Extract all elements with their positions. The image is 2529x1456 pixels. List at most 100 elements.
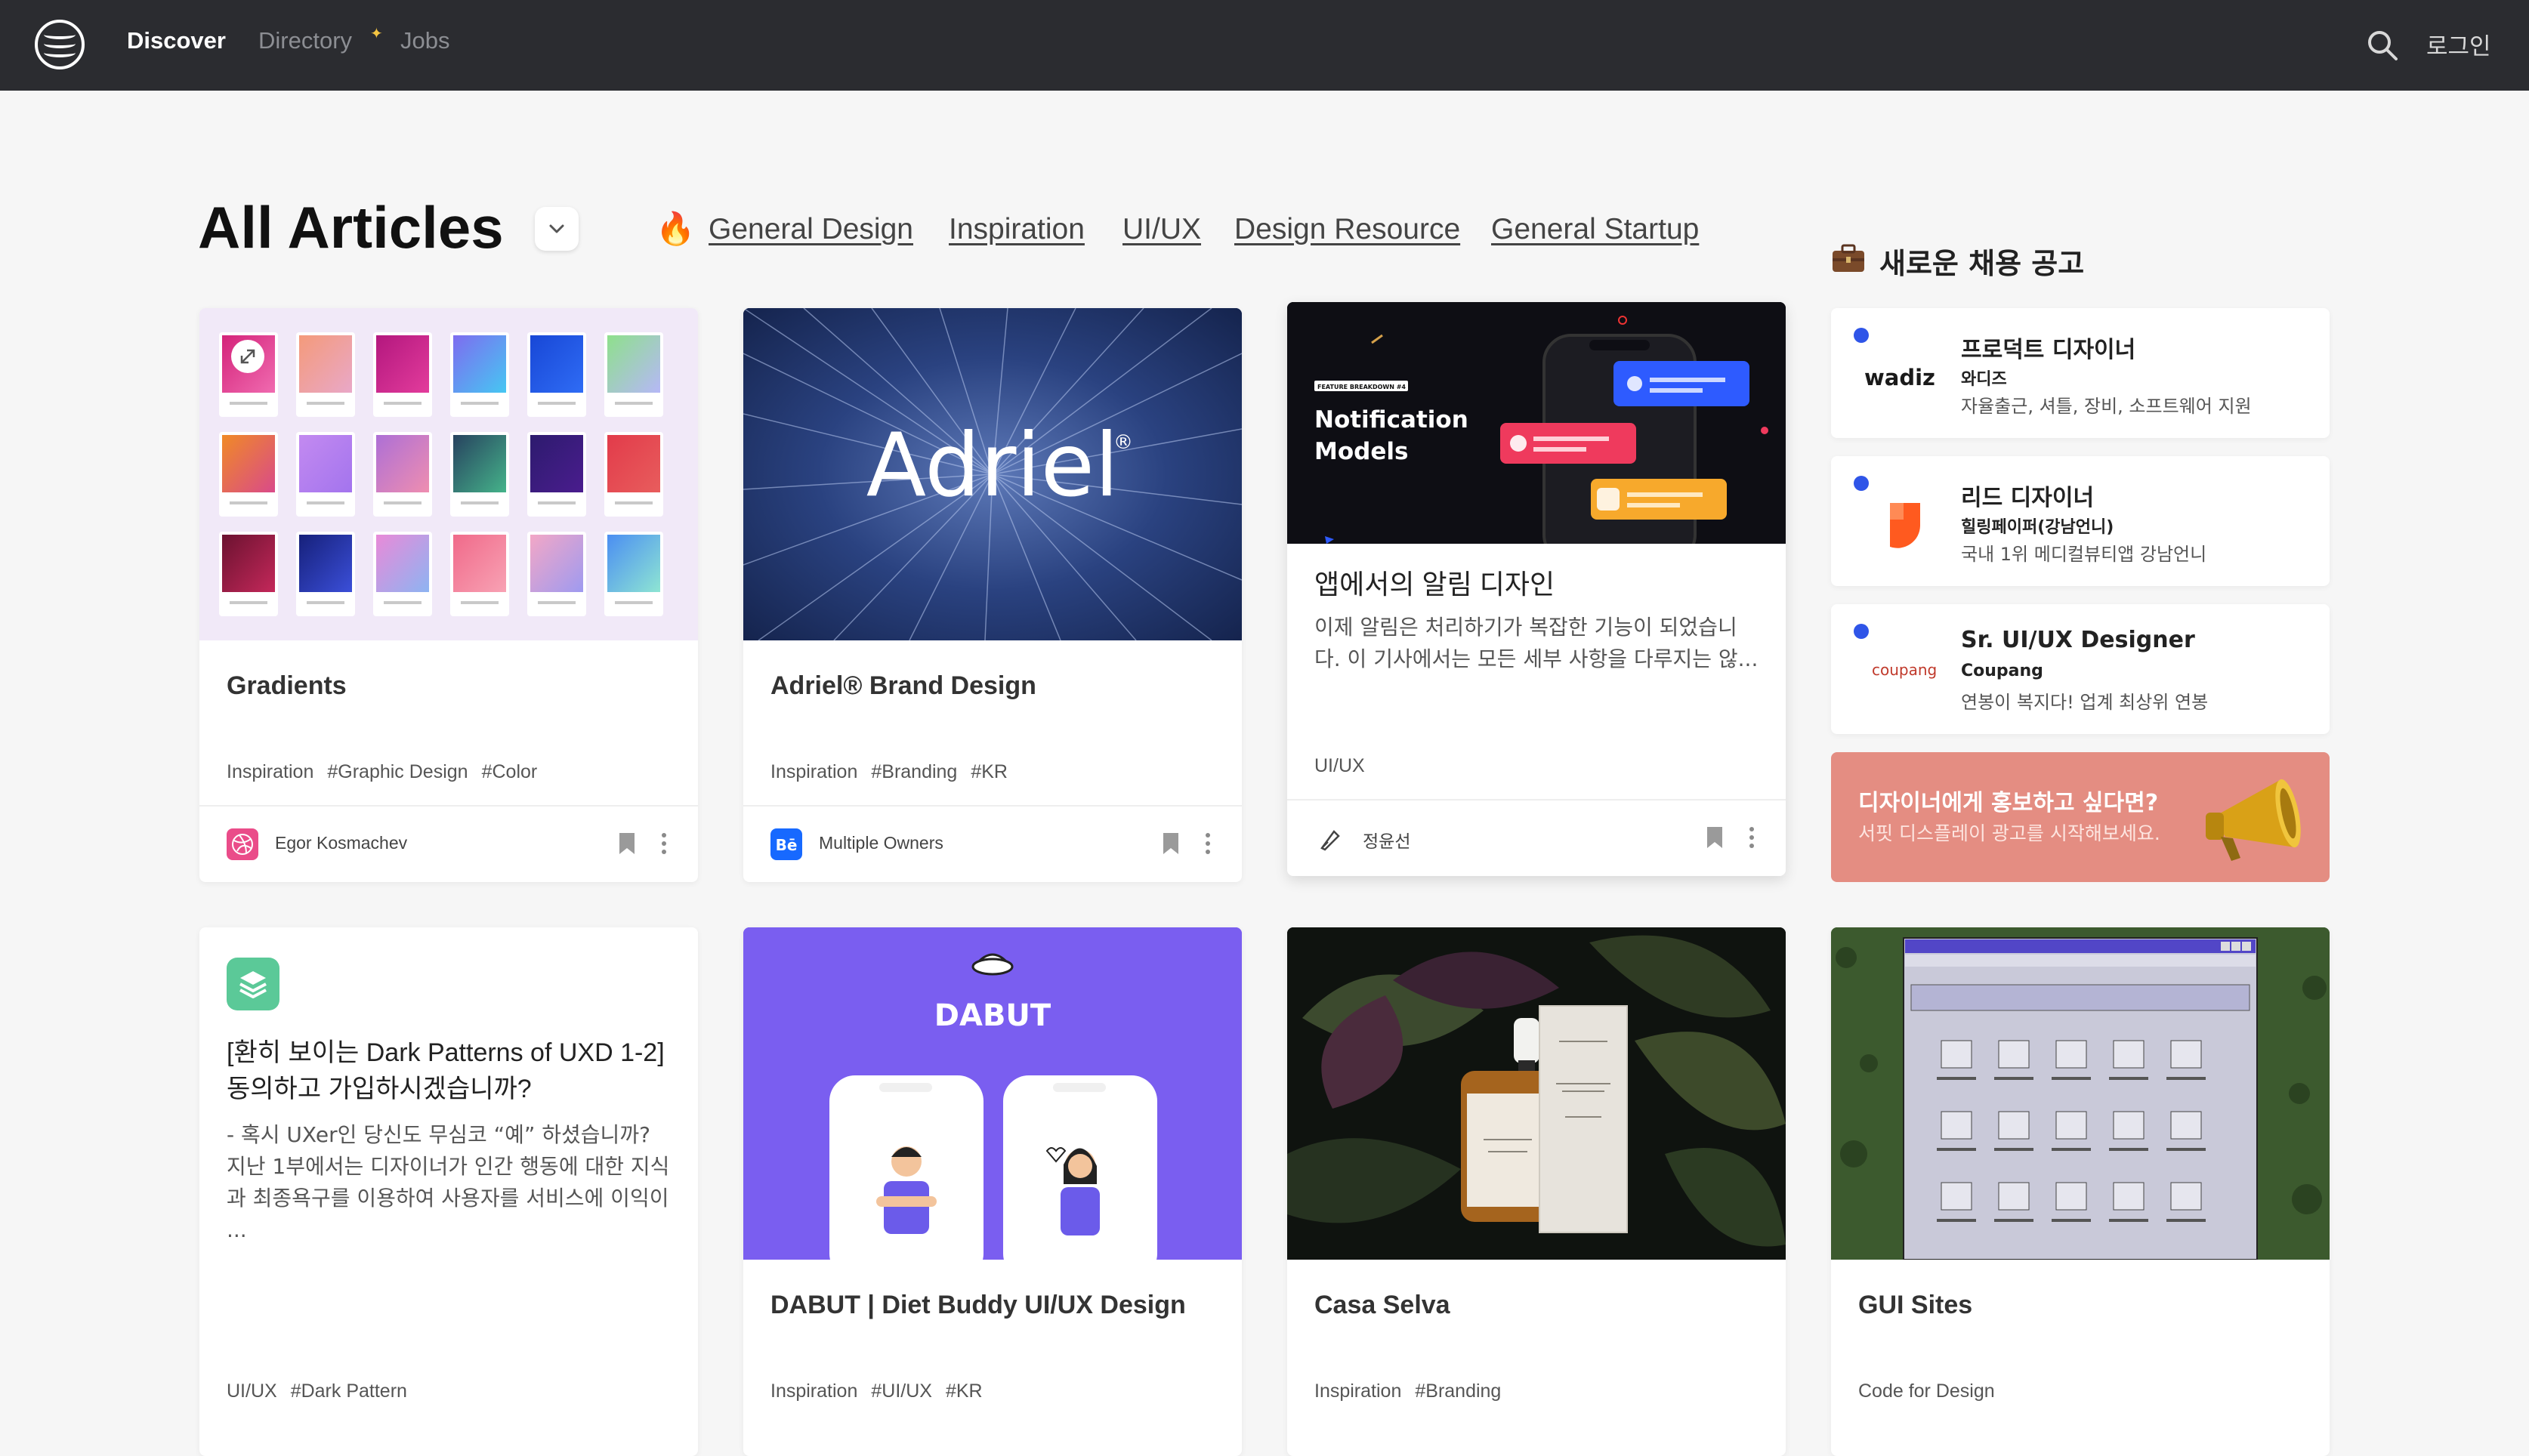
job-card-healingpaper[interactable]: 리드 디자이너 힐링페이퍼(강남언니) 국내 1위 메디컬뷰티앱 강남언니 (1831, 456, 2330, 586)
category-ui-ux[interactable]: UI/UX (1122, 213, 1201, 246)
job-card-wadiz[interactable]: wadiz 프로덕트 디자이너 와디즈 자율출근, 셔틀, 장비, 소프트웨어 … (1831, 308, 2330, 438)
login-link[interactable]: 로그인 (2426, 27, 2491, 61)
notification-badge-text: FEATURE BREAKDOWN #4 (1317, 384, 1406, 390)
job-company: 힐링페이퍼(강남언니) (1961, 518, 2114, 537)
card-tags: Inspiration #Branding (1314, 1380, 1515, 1402)
tag[interactable]: #UI/UX (871, 1380, 932, 1402)
card-tags: Inspiration #Branding #KR (770, 761, 1021, 783)
category-general-design[interactable]: General Design (709, 213, 913, 246)
bookmark-icon[interactable] (1162, 831, 1180, 856)
new-indicator-dot (1854, 624, 1869, 639)
svg-text:wadiz: wadiz (1864, 365, 1935, 390)
tag[interactable]: Inspiration (770, 1380, 857, 1402)
card-title[interactable]: [환히 보이는 Dark Patterns of UXD 1-2] 동의하고 가… (227, 1035, 672, 1107)
notification-thumbnail: FEATURE BREAKDOWN #4 Notification Models (1287, 302, 1786, 544)
tag[interactable]: #Branding (871, 761, 957, 782)
tag[interactable]: #Graphic Design (327, 761, 468, 782)
layers-icon (227, 958, 279, 1010)
card-title[interactable]: Casa Selva (1314, 1287, 1450, 1323)
dribbble-icon (227, 828, 258, 860)
card-description: 이제 알림은 처리하기가 복잡한 기능이 되었습니다. 이 기사에서는 모든 세… (1314, 615, 1759, 671)
card-title[interactable]: GUI Sites (1858, 1287, 1972, 1323)
tag[interactable]: Code for Design (1858, 1380, 1995, 1402)
divider (1287, 799, 1786, 800)
page-title: All Articles (198, 194, 504, 261)
category-inspiration[interactable]: Inspiration (949, 213, 1085, 246)
card-footer: 정윤선 (1314, 818, 1760, 856)
category-design-resource[interactable]: Design Resource (1234, 213, 1460, 246)
tag[interactable]: #Branding (1415, 1380, 1501, 1402)
job-card-coupang[interactable]: coupang Sr. UI/UX Designer Coupang 연봉이 복… (1831, 604, 2330, 734)
nav-discover[interactable]: Discover (127, 27, 226, 54)
author-name[interactable]: 정윤선 (1363, 827, 1410, 853)
jobs-heading: 새로운 채용 공고 (1879, 247, 2085, 280)
top-nav: Discover Directory ✦ Jobs 로그인 (0, 0, 2529, 91)
card-title[interactable]: Gradients (227, 668, 347, 704)
adriel-logo-text: Adriel (866, 415, 1119, 517)
article-card-gradients[interactable]: Gradients Inspiration #Graphic Design #Col… (199, 308, 698, 882)
notification-title-line1: Notification (1314, 406, 1468, 433)
promo-title: 디자이너에게 홍보하고 싶다면? (1858, 790, 2159, 816)
author-name[interactable]: Egor Kosmachev (275, 833, 407, 853)
gangnam-unni-logo-icon (1890, 503, 1920, 548)
bookmark-icon[interactable] (618, 831, 636, 856)
card-title[interactable]: 앱에서의 알림 디자인 (1314, 566, 1555, 603)
article-card-dark-patterns[interactable]: [환히 보이는 Dark Patterns of UXD 1-2] 동의하고 가… (199, 927, 698, 1456)
surfit-logo-icon[interactable] (35, 20, 85, 69)
adriel-thumbnail: Adriel ® (743, 308, 1242, 640)
wadiz-logo-icon: wadiz (1864, 365, 1935, 390)
card-title[interactable]: Adriel® Brand Design (770, 668, 1036, 704)
nav-jobs[interactable]: Jobs (400, 27, 449, 54)
svg-text:coupang: coupang (1872, 661, 1937, 679)
article-card-casa-selva[interactable]: Casa Selva Inspiration #Branding (1287, 927, 1786, 1456)
tag[interactable]: #Dark Pattern (291, 1380, 407, 1402)
promo-banner[interactable]: 디자이너에게 홍보하고 싶다면? 서핏 디스플레이 광고를 시작해보세요. (1831, 752, 2330, 882)
chevron-down-icon (549, 224, 564, 233)
casa-selva-thumbnail (1287, 927, 1786, 1260)
category-general-startup[interactable]: General Startup (1491, 213, 1699, 246)
bookmark-icon[interactable] (1706, 825, 1724, 850)
tag[interactable]: #Color (482, 761, 538, 782)
briefcase-icon (1833, 244, 1864, 272)
card-description: - 혹시 UXer인 당신도 무심코 “예” 하셨습니까? 지난 1부에서는 디… (227, 1122, 670, 1242)
author-name[interactable]: Multiple Owners (819, 833, 943, 853)
article-card-dabut[interactable]: DABUT DABUT | Diet Buddy UI/UX Design In… (743, 927, 1242, 1456)
title-dropdown-button[interactable] (535, 207, 579, 251)
pen-nib-icon (1314, 822, 1346, 854)
card-footer: Egor Kosmachev (227, 824, 672, 862)
job-description: 자율출근, 셔틀, 장비, 소프트웨어 지원 (1961, 396, 2252, 417)
dabut-thumbnail: DABUT (743, 927, 1242, 1260)
tag[interactable]: UI/UX (227, 1380, 277, 1402)
tag[interactable]: Inspiration (770, 761, 857, 782)
article-card-notification[interactable]: FEATURE BREAKDOWN #4 Notification Models… (1287, 302, 1786, 876)
job-title: 프로덕트 디자이너 (1961, 337, 2136, 363)
more-options-icon[interactable] (1748, 825, 1755, 850)
tag[interactable]: #KR (971, 761, 1008, 782)
tag[interactable]: UI/UX (1314, 755, 1365, 776)
card-title[interactable]: DABUT | Diet Buddy UI/UX Design (770, 1287, 1186, 1323)
new-indicator-dot (1854, 476, 1869, 491)
fire-icon: 🔥 (656, 210, 696, 247)
sparkle-icon: ✦ (370, 24, 383, 42)
svg-text:Bē: Bē (776, 836, 798, 854)
megaphone-icon (2206, 779, 2301, 861)
card-tags: UI/UX #Dark Pattern (227, 1380, 421, 1402)
article-card-gui-sites[interactable]: GUI Sites Code for Design (1831, 927, 2330, 1456)
promo-subtitle: 서핏 디스플레이 광고를 시작해보세요. (1858, 822, 2160, 844)
search-icon[interactable] (2366, 29, 2399, 62)
nav-directory[interactable]: Directory (258, 27, 352, 54)
coupang-logo-icon: coupang (1872, 661, 1937, 679)
dabut-logo-text: DABUT (934, 998, 1051, 1033)
more-options-icon[interactable] (660, 831, 668, 856)
card-tags: UI/UX (1314, 755, 1379, 777)
card-tags: Code for Design (1858, 1380, 2009, 1402)
more-options-icon[interactable] (1204, 831, 1212, 856)
tag[interactable]: Inspiration (227, 761, 313, 782)
tag[interactable]: #KR (946, 1380, 983, 1402)
gui-sites-thumbnail (1831, 927, 2330, 1260)
article-card-adriel[interactable]: Adriel ® Adriel® Brand Design Inspiratio… (743, 308, 1242, 882)
tag[interactable]: Inspiration (1314, 1380, 1401, 1402)
job-description: 연봉이 복지다! 업계 최상위 연봉 (1961, 692, 2209, 713)
card-footer: Bē Multiple Owners (770, 824, 1216, 862)
divider (199, 805, 698, 807)
